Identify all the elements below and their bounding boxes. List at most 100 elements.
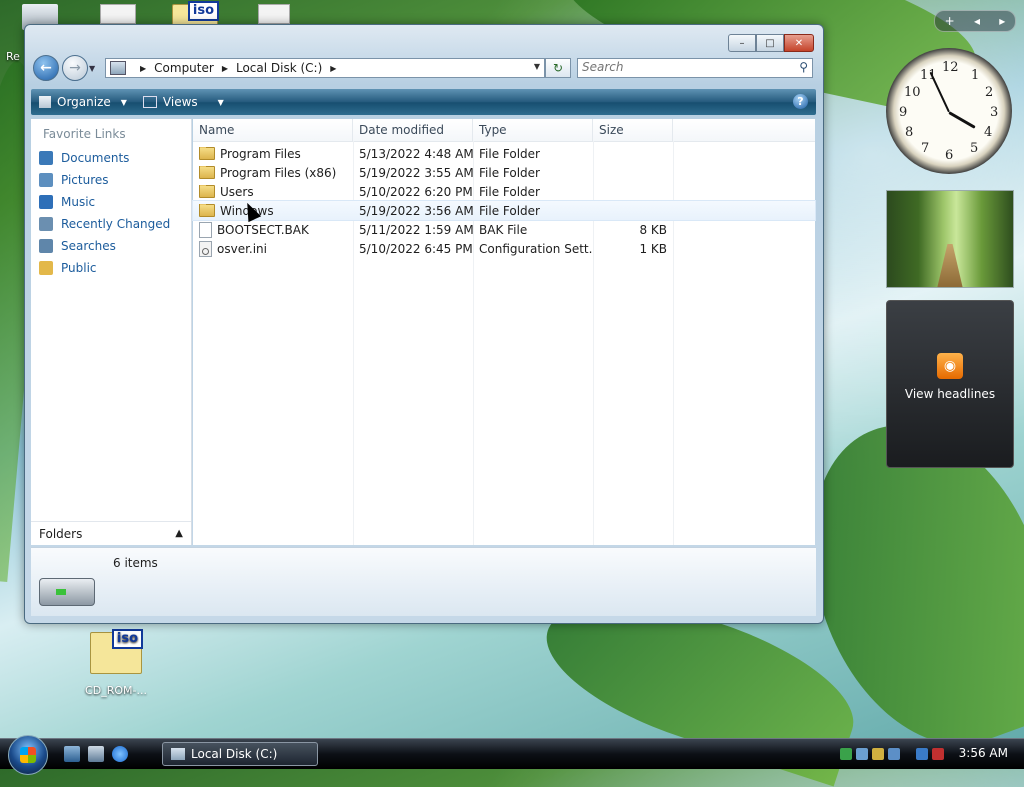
- file-date: 5/10/2022 6:45 PM: [359, 241, 473, 256]
- file-row[interactable]: Program Files (x86) 5/19/2022 3:55 AM Fi…: [193, 163, 815, 182]
- help-button[interactable]: ?: [793, 94, 808, 109]
- back-button[interactable]: ←: [33, 55, 59, 81]
- tray-icon[interactable]: [872, 748, 884, 760]
- file-row[interactable]: Users 5/10/2022 6:20 PM File Folder: [193, 182, 815, 201]
- close-button[interactable]: ✕: [784, 34, 814, 52]
- nav-item-documents[interactable]: Documents: [31, 147, 191, 169]
- views-icon: [142, 96, 157, 108]
- desktop-icon-cd-rom[interactable]: iso CD_ROM-...: [76, 629, 156, 697]
- show-desktop-icon[interactable]: [64, 746, 80, 762]
- switch-windows-icon[interactable]: [88, 746, 104, 762]
- file-date: 5/19/2022 3:56 AM: [359, 203, 473, 218]
- explorer-window[interactable]: – □ ✕ ← → ▼ ▶ Computer ▶ Local Disk (C:)…: [24, 24, 824, 624]
- feed-headlines-gadget[interactable]: ◉ View headlines: [886, 300, 1014, 468]
- folders-toggle[interactable]: Folders ▲: [31, 521, 191, 545]
- nav-item-searches[interactable]: Searches: [31, 235, 191, 257]
- start-button[interactable]: [8, 735, 48, 775]
- breadcrumb-computer[interactable]: Computer: [154, 61, 214, 75]
- breadcrumb-local-disk[interactable]: Local Disk (C:): [236, 61, 322, 75]
- taskbar-button-label: Local Disk (C:): [191, 747, 278, 761]
- iso-badge: iso: [187, 1, 219, 21]
- clock-number: 12: [942, 60, 959, 75]
- search-box[interactable]: ⚲: [577, 58, 813, 78]
- iso-file-icon: iso: [90, 629, 143, 674]
- file-type: BAK File: [479, 222, 528, 237]
- arrow-right-icon: →: [69, 60, 81, 76]
- tray-icon[interactable]: [856, 748, 868, 760]
- chevron-down-icon: ▼: [217, 97, 224, 107]
- nav-item-label: Documents: [61, 151, 130, 165]
- previous-gadget-button[interactable]: ◂: [974, 14, 980, 28]
- recent-pages-dropdown-icon[interactable]: ▼: [89, 64, 95, 73]
- file-name: BOOTSECT.BAK: [217, 222, 309, 237]
- clock-number: 2: [985, 85, 994, 100]
- nav-item-label: Public: [61, 261, 97, 275]
- file-name: Users: [220, 184, 254, 199]
- add-gadget-button[interactable]: +: [945, 14, 955, 28]
- file-row[interactable]: Program Files 5/13/2022 4:48 AM File Fol…: [193, 144, 815, 163]
- network-tray-icon[interactable]: [840, 748, 852, 760]
- nav-item-label: Recently Changed: [61, 217, 171, 231]
- nav-item-recently-changed[interactable]: Recently Changed: [31, 213, 191, 235]
- folder-icon: [199, 165, 215, 179]
- next-gadget-button[interactable]: ▸: [999, 14, 1005, 28]
- organize-button[interactable]: Organize ▼: [31, 95, 135, 109]
- sidebar-controls: + ◂ ▸: [934, 10, 1016, 32]
- column-header-name[interactable]: Name: [193, 119, 353, 141]
- file-date: 5/11/2022 1:59 AM: [359, 222, 473, 237]
- column-header-type[interactable]: Type: [473, 119, 593, 141]
- nav-item-label: Music: [61, 195, 96, 209]
- computer-icon: [110, 61, 126, 75]
- file-row[interactable]: osver.ini 5/10/2022 6:45 PM Configuratio…: [193, 239, 815, 258]
- volume-muted-icon[interactable]: [932, 748, 944, 760]
- minimize-button[interactable]: –: [728, 34, 756, 52]
- tray-icon[interactable]: [888, 748, 900, 760]
- search-icon[interactable]: ⚲: [799, 60, 808, 74]
- clock-gadget[interactable]: 12 1 2 3 4 5 6 7 8 9 10 11: [886, 48, 1012, 174]
- column-header-size[interactable]: Size: [593, 119, 673, 141]
- clock-number: 7: [921, 141, 930, 156]
- chevron-right-icon[interactable]: ▶: [140, 64, 146, 73]
- computer-icon: [171, 748, 185, 760]
- chevron-up-icon: ▲: [175, 528, 183, 539]
- slideshow-gadget[interactable]: [886, 190, 1014, 288]
- nav-item-public[interactable]: Public: [31, 257, 191, 279]
- desktop-file-icon[interactable]: [258, 4, 290, 24]
- views-label: Views: [162, 95, 198, 109]
- search-input[interactable]: [578, 59, 786, 75]
- file-type: File Folder: [479, 184, 540, 199]
- file-row[interactable]: BOOTSECT.BAK 5/11/2022 1:59 AM BAK File …: [193, 220, 815, 239]
- taskbar-button-local-disk[interactable]: Local Disk (C:): [162, 742, 318, 766]
- internet-explorer-icon[interactable]: [112, 746, 128, 762]
- taskbar-clock[interactable]: 3:56 AM: [959, 746, 1008, 760]
- file-list-pane: Name Date modified Type Size Program Fil…: [192, 119, 816, 545]
- nav-item-pictures[interactable]: Pictures: [31, 169, 191, 191]
- arrow-left-icon: ←: [40, 60, 52, 76]
- nav-item-music[interactable]: Music: [31, 191, 191, 213]
- file-row-hovered[interactable]: Windows 5/19/2022 3:56 AM File Folder: [192, 200, 816, 221]
- clock-minute-hand: [929, 71, 950, 113]
- nav-item-label: Searches: [61, 239, 116, 253]
- file-date: 5/10/2022 6:20 PM: [359, 184, 473, 199]
- desktop-icon-label: CD_ROM-...: [85, 684, 147, 697]
- file-name: Program Files: [220, 146, 301, 161]
- file-name: Program Files (x86): [220, 165, 337, 180]
- refresh-button[interactable]: ↻: [545, 58, 571, 78]
- address-bar[interactable]: ▶ Computer ▶ Local Disk (C:) ▶ ▼: [105, 58, 545, 78]
- column-header-date-modified[interactable]: Date modified: [353, 119, 473, 141]
- forward-button[interactable]: →: [62, 55, 88, 81]
- clock-number: 4: [984, 125, 993, 140]
- address-dropdown-icon[interactable]: ▼: [534, 62, 540, 71]
- desktop-file-icon[interactable]: [100, 4, 136, 24]
- maximize-button[interactable]: □: [756, 34, 784, 52]
- window-controls: – □ ✕: [728, 34, 814, 52]
- view-headlines-link[interactable]: View headlines: [887, 387, 1013, 401]
- iso-badge: iso: [111, 629, 143, 649]
- views-button[interactable]: Views ▼: [135, 95, 232, 109]
- chevron-right-icon[interactable]: ▶: [222, 64, 228, 73]
- chevron-right-icon[interactable]: ▶: [330, 64, 336, 73]
- recently-changed-icon: [39, 217, 53, 231]
- monitor-tray-icon[interactable]: [916, 748, 928, 760]
- organize-icon: [39, 96, 51, 108]
- file-size: 1 KB: [639, 241, 667, 256]
